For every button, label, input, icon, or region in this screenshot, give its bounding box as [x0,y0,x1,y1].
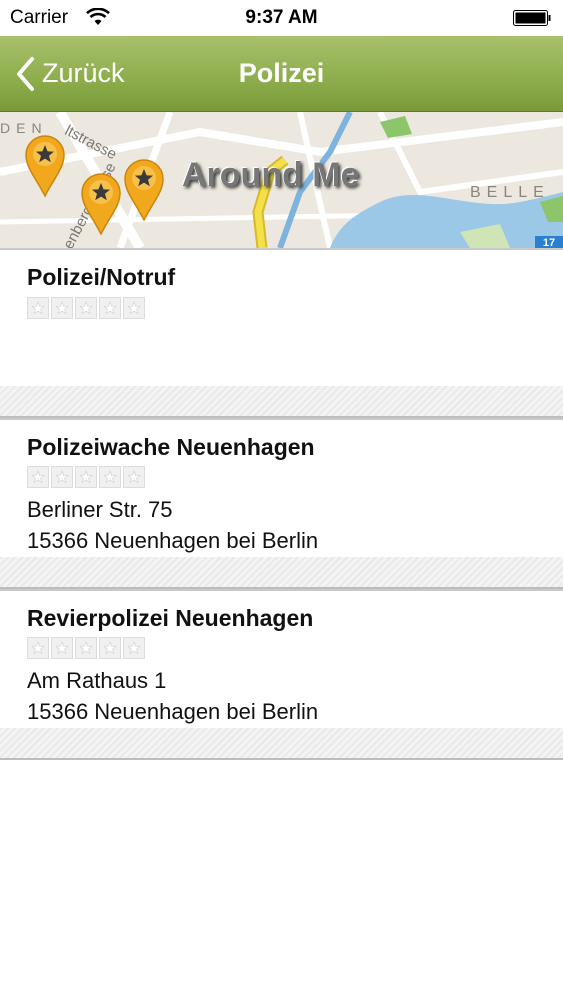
entry-name: Revierpolizei Neuenhagen [27,605,314,631]
map-pin[interactable] [80,172,122,236]
star-rating [27,297,147,319]
star-icon [27,466,49,488]
list-item[interactable]: Polizei/Notruf [0,248,563,386]
navigation-bar: Zurück Polizei [0,36,563,112]
star-icon [123,637,145,659]
star-icon [27,637,49,659]
star-icon [75,297,97,319]
star-icon [123,466,145,488]
list-separator [0,728,563,760]
police-list: Polizei/Notruf Polizeiwache Neuenhagen B… [0,248,563,760]
entry-address-city: 15366 Neuenhagen bei Berlin [27,699,319,724]
list-item[interactable]: Revierpolizei Neuenhagen Am Rathaus 1 15… [0,589,563,728]
list-separator [0,386,563,418]
star-icon [99,637,121,659]
star-rating [27,637,147,659]
list-separator [0,557,563,589]
star-icon [27,297,49,319]
entry-address-street: Am Rathaus 1 [27,668,167,693]
star-rating [27,466,147,488]
list-item[interactable]: Polizeiwache Neuenhagen Berliner Str. 75… [0,418,563,557]
star-icon [51,466,73,488]
status-bar: Carrier 9:37 AM [0,0,563,36]
star-icon [99,297,121,319]
star-icon [123,297,145,319]
map-title: Around Me [182,156,360,194]
star-icon [51,637,73,659]
map-pin[interactable] [123,158,165,222]
star-icon [51,297,73,319]
entry-name: Polizei/Notruf [27,264,176,290]
map-label-district: BELLE [470,184,550,201]
star-icon [75,637,97,659]
map-pin[interactable] [24,134,66,198]
entry-address-city: 15366 Neuenhagen bei Berlin [27,528,319,553]
entry-name: Polizeiwache Neuenhagen [27,434,315,460]
battery-icon [513,10,551,26]
entry-address-street: Berliner Str. 75 [27,497,173,522]
star-icon [99,466,121,488]
status-time: 9:37 AM [245,7,318,28]
star-icon [75,466,97,488]
page-title: Polizei [238,58,325,88]
